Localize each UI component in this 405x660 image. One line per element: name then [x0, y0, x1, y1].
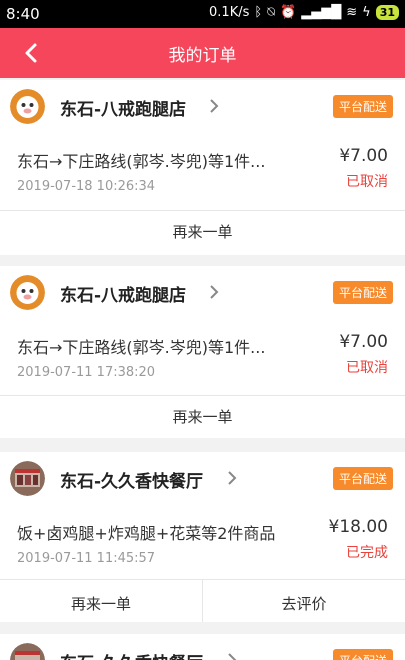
- shop-name: 东石-八戒跑腿店: [60, 100, 187, 120]
- order-description: 东石→下庄路线(郭岑.岑兜)等1件...: [17, 152, 266, 171]
- order-card[interactable]: 东石-八戒跑腿店 平台配送 东石→下庄路线(郭岑.岑兜)等1件... 2019-…: [0, 266, 405, 438]
- shop-logo: [10, 275, 45, 310]
- reorder-button[interactable]: 再来一单: [0, 593, 202, 614]
- chevron-right-icon: [228, 471, 237, 485]
- review-button[interactable]: 去评价: [203, 593, 405, 614]
- shop-name: 东石-久久香快餐厅: [60, 649, 203, 660]
- order-date: 2019-07-11 11:45:57: [17, 551, 156, 566]
- order-price: ¥7.00: [339, 332, 388, 352]
- shop-row[interactable]: 东石-久久香快餐厅 平台配送: [0, 452, 405, 502]
- order-status: 已完成: [346, 545, 388, 561]
- reorder-button[interactable]: 再来一单: [0, 221, 405, 242]
- bluetooth-icon: ᛒ: [254, 5, 263, 20]
- shop-logo: [10, 461, 45, 496]
- chevron-right-icon: [210, 99, 219, 113]
- battery-icon: 31: [375, 5, 399, 20]
- charging-icon: ϟ: [362, 5, 371, 20]
- shop-logo: [10, 643, 45, 660]
- order-card[interactable]: 东石-久久香快餐厅 平台配送 饭+卤鸡腿+炸鸡腿+花菜等2件商品 2019-07…: [0, 452, 405, 622]
- reorder-button[interactable]: 再来一单: [0, 406, 405, 427]
- status-icons: 0.1K/s ᛒ ⍉ ⏰ ▂▄▆█ ≋ ϟ 31: [209, 5, 399, 20]
- delivery-badge: 平台配送: [332, 467, 393, 490]
- order-status: 已取消: [346, 174, 388, 190]
- divider: [0, 395, 405, 396]
- page-title: 我的订单: [168, 46, 237, 66]
- order-date: 2019-07-18 10:26:34: [17, 179, 156, 194]
- order-price: ¥7.00: [339, 146, 388, 166]
- delivery-badge: 平台配送: [332, 95, 393, 118]
- shop-row[interactable]: 东石-八戒跑腿店 平台配送: [0, 80, 405, 130]
- divider: [0, 210, 405, 211]
- shop-logo: [10, 89, 45, 124]
- delivery-badge: 平台配送: [332, 649, 393, 660]
- chevron-right-icon: [228, 653, 237, 660]
- network-speed: 0.1K/s: [209, 5, 250, 20]
- order-card[interactable]: 东石-八戒跑腿店 平台配送 东石→下庄路线(郭岑.岑兜)等1件... 2019-…: [0, 80, 405, 255]
- order-description: 饭+卤鸡腿+炸鸡腿+花菜等2件商品: [17, 524, 276, 543]
- shop-name: 东石-八戒跑腿店: [60, 286, 187, 306]
- shop-row[interactable]: 东石-八戒跑腿店 平台配送: [0, 266, 405, 316]
- status-time: 8:40: [6, 5, 40, 23]
- shop-name: 东石-久久香快餐厅: [60, 472, 204, 492]
- order-status: 已取消: [346, 360, 388, 376]
- order-price: ¥18.00: [328, 517, 388, 537]
- alarm-icon: ⏰: [280, 5, 297, 20]
- order-date: 2019-07-11 17:38:20: [17, 365, 156, 380]
- shop-row[interactable]: 东石-久久香快餐厅 平台配送: [0, 634, 405, 660]
- header-bar: 我的订单: [0, 28, 405, 78]
- wifi-icon: ≋: [346, 5, 358, 20]
- chevron-right-icon: [210, 285, 219, 299]
- signal-icon: ▂▄▆█: [301, 5, 342, 20]
- order-card[interactable]: 东石-久久香快餐厅 平台配送: [0, 634, 405, 660]
- mute-icon: ⍉: [267, 5, 276, 20]
- status-bar: 8:40 0.1K/s ᛒ ⍉ ⏰ ▂▄▆█ ≋ ϟ 31: [0, 0, 405, 28]
- delivery-badge: 平台配送: [332, 281, 393, 304]
- order-description: 东石→下庄路线(郭岑.岑兜)等1件...: [17, 338, 266, 357]
